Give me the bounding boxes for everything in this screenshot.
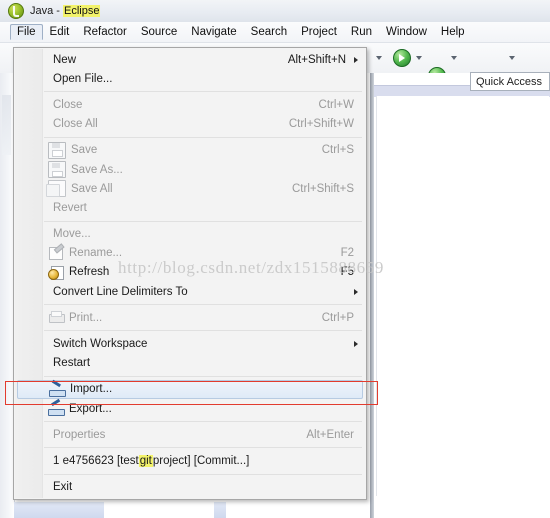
menu-item-label-highlight: git bbox=[138, 454, 153, 467]
menu-item-label: Close bbox=[53, 98, 83, 111]
menu-item-close: Close Ctrl+W bbox=[14, 95, 366, 114]
menubar-item-refactor[interactable]: Refactor bbox=[76, 24, 133, 40]
chevron-right-icon bbox=[354, 341, 358, 348]
menubar-item-run[interactable]: Run bbox=[344, 24, 379, 40]
save-as-icon bbox=[48, 161, 66, 179]
menu-item-accelerator: Ctrl+Shift+S bbox=[292, 182, 354, 195]
menu-item-print: Print... Ctrl+P bbox=[14, 308, 366, 327]
file-menu-dropdown: New Alt+Shift+N Open File... Close Ctrl+W Clo… bbox=[13, 47, 367, 500]
menubar-item-navigate[interactable]: Navigate bbox=[184, 24, 243, 40]
menu-item-1-e4756623-test[interactable]: 1 e4756623 [testgitproject] [Commit...] bbox=[14, 451, 366, 470]
menu-item-close-all: Close All Ctrl+Shift+W bbox=[14, 115, 366, 134]
window-title: Java - Eclipse bbox=[30, 5, 101, 17]
menu-item-move: Move... bbox=[14, 225, 366, 244]
menubar-item-file[interactable]: File bbox=[10, 24, 43, 40]
menu-separator bbox=[44, 91, 362, 93]
menu-item-label: Import... bbox=[70, 383, 113, 396]
menu-item-accelerator: Alt+Shift+N bbox=[287, 53, 346, 66]
bottom-panel-middle bbox=[104, 502, 214, 518]
menu-separator bbox=[44, 330, 362, 332]
menubar-item-source[interactable]: Source bbox=[134, 24, 184, 40]
export-icon bbox=[48, 401, 65, 417]
menu-item-label: Save All bbox=[71, 182, 113, 195]
title-bar: Java - Eclipse bbox=[0, 0, 550, 22]
menu-item-label: Open File... bbox=[53, 72, 113, 85]
save-icon bbox=[48, 141, 66, 159]
menu-item-label: Convert Line Delimiters To bbox=[53, 285, 188, 298]
menu-item-label: Export... bbox=[69, 402, 112, 415]
menu-item-label: Save As... bbox=[71, 163, 123, 176]
menu-separator bbox=[44, 421, 362, 423]
menubar-item-edit[interactable]: Edit bbox=[43, 24, 77, 40]
menubar-item-help[interactable]: Help bbox=[434, 24, 472, 40]
menu-item-accelerator: Ctrl+P bbox=[321, 311, 354, 324]
menu-item-label: Restart bbox=[53, 357, 91, 370]
menu-item-label: Refresh bbox=[69, 266, 110, 279]
menu-item-label: Print... bbox=[69, 311, 103, 324]
menu-separator bbox=[44, 473, 362, 475]
menu-item-label: New bbox=[53, 53, 77, 66]
run-caret-icon[interactable] bbox=[416, 56, 422, 60]
window-title-highlight: Eclipse bbox=[63, 5, 101, 17]
chevron-right-icon bbox=[354, 288, 358, 295]
menu-item-convert-line-delimiters-to[interactable]: Convert Line Delimiters To bbox=[14, 282, 366, 301]
rename-pencil-icon bbox=[48, 246, 64, 261]
menu-bar: File Edit Refactor Source Navigate Search Proj… bbox=[0, 22, 550, 43]
eclipse-window: Java - Eclipse File Edit Refactor Source Nav… bbox=[0, 0, 550, 518]
menu-item-refresh[interactable]: Refresh F5 bbox=[14, 263, 366, 282]
menu-separator bbox=[44, 447, 362, 449]
window-title-prefix: Java - bbox=[30, 5, 64, 17]
menubar-item-project[interactable]: Project bbox=[294, 24, 344, 40]
menu-separator bbox=[44, 375, 362, 377]
menu-item-switch-workspace[interactable]: Switch Workspace bbox=[14, 334, 366, 353]
chevron-right-icon bbox=[354, 56, 358, 63]
external-tools-caret-icon[interactable] bbox=[509, 56, 515, 60]
menu-item-label: Move... bbox=[53, 228, 91, 241]
debug-caret-icon[interactable] bbox=[451, 56, 457, 60]
menubar-item-search[interactable]: Search bbox=[244, 24, 294, 40]
import-icon bbox=[49, 382, 66, 397]
editor-left-border bbox=[370, 73, 374, 518]
menu-item-rename: Rename... F2 bbox=[14, 244, 366, 263]
menu-item-accelerator: Ctrl+W bbox=[318, 98, 354, 111]
menu-item-accelerator: Alt+Enter bbox=[306, 428, 354, 441]
menu-item-save-as: Save As... bbox=[14, 160, 366, 179]
eclipse-java-icon bbox=[8, 3, 24, 19]
menu-item-open-file[interactable]: Open File... bbox=[14, 69, 366, 88]
menu-item-label: Exit bbox=[53, 481, 73, 494]
menu-separator bbox=[44, 304, 362, 306]
menu-item-import[interactable]: Import... bbox=[17, 379, 363, 399]
save-all-icon bbox=[46, 180, 66, 198]
menu-item-accelerator: Ctrl+S bbox=[321, 144, 354, 157]
menubar-item-window[interactable]: Window bbox=[379, 24, 434, 40]
package-explorer-shade bbox=[2, 95, 11, 155]
bottom-panel-left bbox=[14, 502, 104, 518]
menu-item-accelerator: F2 bbox=[340, 247, 354, 260]
editor-canvas bbox=[376, 96, 549, 496]
menu-item-accelerator: F5 bbox=[340, 266, 354, 279]
menu-separator bbox=[44, 220, 362, 222]
refresh-icon bbox=[48, 265, 64, 280]
menu-item-revert: Revert bbox=[14, 198, 366, 217]
menu-item-save-all: Save All Ctrl+Shift+S bbox=[14, 179, 366, 198]
menu-item-label: Rename... bbox=[69, 247, 123, 260]
menu-item-label: Switch Workspace bbox=[53, 338, 148, 351]
run-dropdown-caret-icon[interactable] bbox=[376, 56, 382, 60]
menu-item-properties: Properties Alt+Enter bbox=[14, 425, 366, 444]
quick-access-field[interactable]: Quick Access bbox=[470, 72, 550, 91]
menu-separator bbox=[44, 136, 362, 138]
menu-item-accelerator: Ctrl+Shift+W bbox=[288, 118, 354, 131]
menu-item-restart[interactable]: Restart bbox=[14, 354, 366, 373]
menu-item-label: 1 e4756623 [testgitproject] [Commit...] bbox=[53, 454, 250, 467]
print-icon bbox=[48, 310, 65, 325]
run-icon[interactable] bbox=[393, 49, 411, 67]
menu-item-exit[interactable]: Exit bbox=[14, 478, 366, 497]
menu-item-label: Properties bbox=[53, 428, 106, 441]
menu-item-label: Close All bbox=[53, 118, 98, 131]
menu-item-label: Revert bbox=[53, 201, 87, 214]
menu-item-save: Save Ctrl+S bbox=[14, 141, 366, 160]
menu-item-export[interactable]: Export... bbox=[14, 399, 366, 418]
bottom-panel-right bbox=[214, 502, 226, 518]
menu-item-new[interactable]: New Alt+Shift+N bbox=[14, 50, 366, 69]
